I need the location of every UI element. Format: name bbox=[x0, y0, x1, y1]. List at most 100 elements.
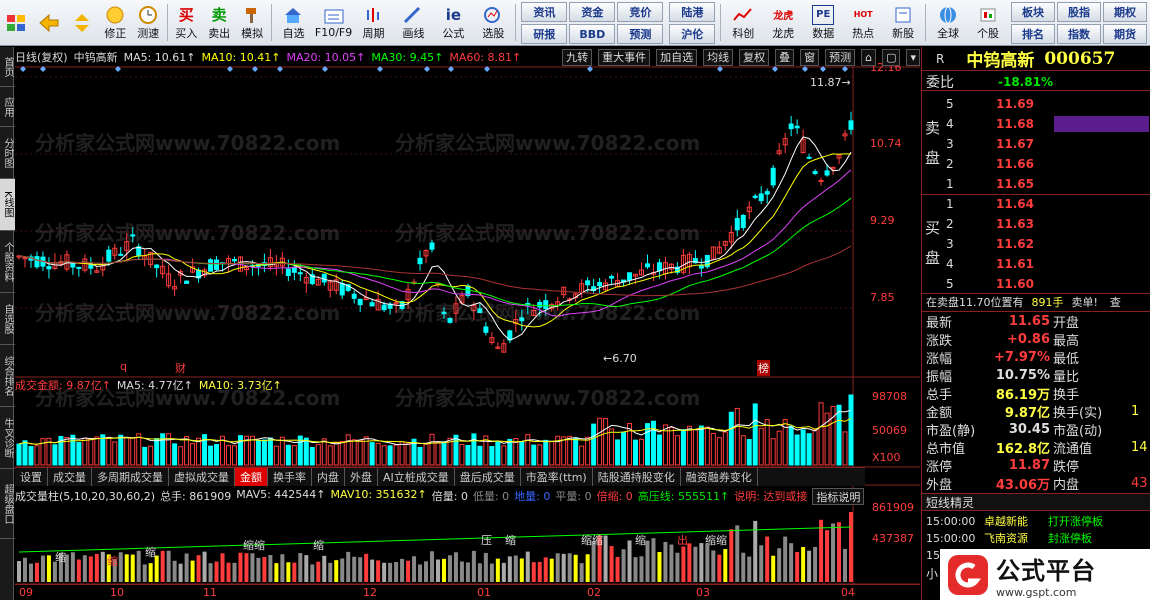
ask-row[interactable]: 5 11.69 bbox=[922, 95, 1150, 113]
left-tab-home[interactable]: 首页 bbox=[0, 47, 15, 87]
bid-row[interactable]: 5 11.60 bbox=[922, 275, 1150, 293]
grid-button-options[interactable]: 期权 bbox=[1103, 2, 1148, 22]
grid-button-auction[interactable]: 竞价 bbox=[617, 2, 664, 22]
grid-button-index-futures[interactable]: 股指 bbox=[1057, 2, 1102, 22]
left-tab-kline[interactable]: K线图 bbox=[0, 179, 15, 231]
stat-label: 金额 bbox=[926, 405, 953, 421]
tool-button-events[interactable]: 重大事件 bbox=[598, 48, 651, 66]
event-marker[interactable]: 榜 bbox=[757, 360, 770, 376]
elf-row[interactable]: 15:00:00 飞南资源 封涨停板 bbox=[922, 530, 1150, 546]
grid-button-futures[interactable]: 期货 bbox=[1103, 24, 1148, 44]
bid-row[interactable]: 4 11.61 bbox=[922, 255, 1150, 273]
toolbar-button-f10[interactable]: F10/F9 bbox=[314, 0, 354, 45]
volume-bar bbox=[286, 562, 291, 582]
indicator-tab-amount[interactable]: 金额 bbox=[235, 468, 268, 486]
toolbar-button-updown[interactable] bbox=[66, 0, 99, 45]
toolbar-button-kechuang[interactable]: 科创 bbox=[723, 0, 763, 45]
big-order-more[interactable]: 查 bbox=[1110, 294, 1121, 310]
grid-button-hk[interactable]: 陆港 bbox=[669, 2, 716, 22]
grid-button-news[interactable]: 资讯 bbox=[521, 2, 568, 22]
toolbar-button-formula[interactable]: ie 公式 bbox=[433, 0, 473, 45]
ask-row[interactable]: 1 11.65 bbox=[922, 175, 1150, 193]
indicator-tab-pe-ttm[interactable]: 市盈率(ttm) bbox=[521, 468, 593, 486]
grid-button-shlon[interactable]: 沪伦 bbox=[669, 24, 716, 44]
toolbar-button-favorites[interactable]: 自选 bbox=[274, 0, 314, 45]
volume-bar bbox=[561, 553, 566, 582]
window-icon[interactable]: ▢ bbox=[882, 48, 901, 66]
indicator-tab-volume[interactable]: 成交量 bbox=[48, 468, 92, 486]
tool-button-jiuzhuan[interactable]: 九转 bbox=[562, 48, 593, 66]
home-icon[interactable]: ⌂ bbox=[861, 48, 877, 66]
tool-button-ma[interactable]: 均线 bbox=[703, 48, 734, 66]
toolbar-button-newstock[interactable]: 新股 bbox=[883, 0, 923, 45]
toolbar-button-data[interactable]: PE 数据 bbox=[803, 0, 843, 45]
toolbar-button-grid[interactable] bbox=[0, 0, 33, 45]
toolbar-button-speed[interactable]: 测速 bbox=[132, 0, 165, 45]
volume-bar bbox=[94, 553, 99, 582]
grid-button-forecast[interactable]: 预测 bbox=[617, 24, 664, 44]
toolbar-button-cycle[interactable]: 周期 bbox=[354, 0, 394, 45]
indicator-tab-margin[interactable]: 融资融券变化 bbox=[681, 468, 758, 486]
tool-button-window[interactable]: 窗 bbox=[800, 48, 820, 66]
simulate-label: 模拟 bbox=[241, 26, 264, 40]
toolbar-button-stock[interactable]: 个股 bbox=[968, 0, 1008, 45]
toolbar-button-fix[interactable]: 修正 bbox=[99, 0, 132, 45]
toolbar-button-back[interactable] bbox=[33, 0, 66, 45]
grid-button-index[interactable]: 指数 bbox=[1057, 24, 1102, 44]
grid-button-sector[interactable]: 板块 bbox=[1011, 2, 1056, 22]
indicator-tab-inner[interactable]: 内盘 bbox=[312, 468, 345, 486]
tool-button-forecast[interactable]: 预测 bbox=[825, 48, 856, 66]
bid-row[interactable]: 3 11.62 bbox=[922, 235, 1150, 253]
left-tab-stock-info[interactable]: 个股资料 bbox=[0, 231, 15, 293]
indicator-tab-virtual-volume[interactable]: 虚拟成交量 bbox=[169, 468, 235, 486]
toolbar-button-sell[interactable]: 卖卖出 bbox=[203, 0, 236, 45]
tool-button-overlay[interactable]: 叠 bbox=[775, 48, 795, 66]
indicator-tab-outer[interactable]: 外盘 bbox=[345, 468, 378, 486]
indicator-help-button[interactable]: 指标说明 bbox=[812, 488, 865, 505]
elf-row[interactable]: 15:00:00 卓越新能 打开涨停板 bbox=[922, 513, 1150, 529]
grid-button-rank[interactable]: 排名 bbox=[1011, 24, 1056, 44]
left-tab-timeshare[interactable]: 分时图 bbox=[0, 127, 15, 179]
bid-row[interactable]: 1 11.64 bbox=[922, 195, 1150, 213]
indicator-tab-northbound[interactable]: 陆股通持股变化 bbox=[593, 468, 681, 486]
toolbar-button-longhu[interactable]: 龙虎 龙虎 bbox=[763, 0, 803, 45]
cycle-label: 周期 bbox=[362, 26, 385, 40]
toolbar-button-buy[interactable]: 买买入 bbox=[170, 0, 203, 45]
kline-chart-area[interactable]: 分析家公式网www.70822.com 分析家公式网www.70822.com … bbox=[15, 47, 920, 600]
left-tab-watchlist[interactable]: 自选股 bbox=[0, 293, 15, 345]
bid-row[interactable]: 2 11.63 bbox=[922, 215, 1150, 233]
toolbar-button-simulate[interactable]: 模拟 bbox=[236, 0, 269, 45]
tool-button-adjust[interactable]: 复权 bbox=[739, 48, 770, 66]
candle-body bbox=[369, 302, 375, 307]
indicator-tab-turnover[interactable]: 换手率 bbox=[268, 468, 312, 486]
ask-row[interactable]: 2 11.66 bbox=[922, 155, 1150, 173]
chart-period[interactable]: 日线(复权) bbox=[15, 49, 68, 65]
grid-button-bbd[interactable]: BBD bbox=[569, 24, 616, 44]
grid-button-research[interactable]: 研报 bbox=[521, 24, 568, 44]
toolbar-button-draw[interactable]: 画线 bbox=[393, 0, 433, 45]
indicator-tab-ai-volume[interactable]: AI立桩成交量 bbox=[378, 468, 455, 486]
chevron-down-icon[interactable]: ▾ bbox=[906, 48, 920, 66]
event-marker[interactable]: q bbox=[120, 360, 127, 373]
toolbar-button-select[interactable]: 选股 bbox=[473, 0, 513, 45]
ask-row[interactable]: 3 11.67 bbox=[922, 135, 1150, 153]
big-order-info: 在卖盘11.70位置有 891手 卖单! 查 bbox=[922, 293, 1150, 311]
ask-row[interactable]: 4 11.68 bbox=[922, 115, 1150, 133]
left-tab-apps[interactable]: 应用 bbox=[0, 87, 15, 127]
candle-body bbox=[208, 259, 214, 272]
volume-bar bbox=[525, 551, 530, 582]
indicator-tab-multi-volume[interactable]: 多周期成交量 bbox=[92, 468, 169, 486]
grid-button-funds[interactable]: 资金 bbox=[569, 2, 616, 22]
left-tab-ranking[interactable]: 综合排名 bbox=[0, 345, 15, 407]
toolbar-button-global[interactable]: 全球 bbox=[928, 0, 968, 45]
indicator-tab-settings[interactable]: 设置 bbox=[15, 468, 48, 486]
indicator-tab-after-hours[interactable]: 盘后成交量 bbox=[455, 468, 521, 486]
tool-button-add-watch[interactable]: 加自选 bbox=[656, 48, 698, 66]
left-tab-super-book[interactable]: 超级盘口 bbox=[0, 469, 15, 539]
left-tab-diagnosis[interactable]: 牛叉诊断 bbox=[0, 407, 15, 469]
event-marker[interactable]: 财 bbox=[175, 360, 186, 376]
toolbar-button-hot[interactable]: HOT 热点 bbox=[843, 0, 883, 45]
candle-body bbox=[154, 264, 160, 269]
candle-body bbox=[291, 267, 297, 273]
stat-label-2: 跌停 bbox=[1053, 459, 1080, 475]
